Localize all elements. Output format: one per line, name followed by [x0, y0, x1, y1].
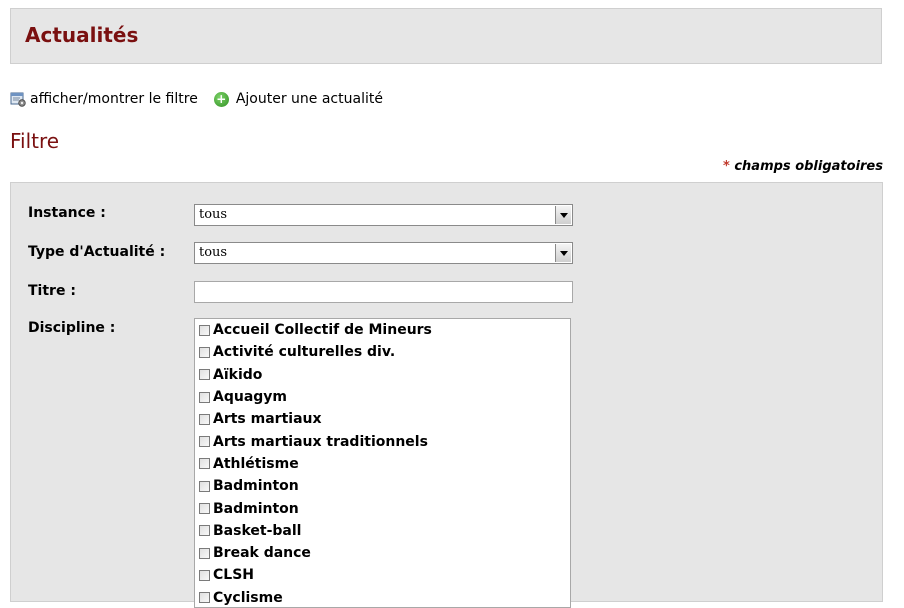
- instance-label: Instance :: [28, 205, 106, 221]
- checkbox[interactable]: [199, 458, 210, 470]
- discipline-option-label: Badminton: [213, 478, 299, 495]
- discipline-option[interactable]: Accueil Collectif de Mineurs: [195, 319, 570, 341]
- toggle-filter-link[interactable]: afficher/montrer le filtre: [10, 91, 198, 107]
- checkbox[interactable]: [199, 324, 210, 336]
- titre-input[interactable]: [194, 281, 573, 303]
- filter-settings-icon: [10, 91, 26, 107]
- checkbox[interactable]: [199, 369, 210, 381]
- discipline-option[interactable]: Arts martiaux: [195, 408, 570, 430]
- discipline-option[interactable]: Break dance: [195, 542, 570, 564]
- discipline-option-label: Badminton: [213, 500, 299, 517]
- type-select[interactable]: tous: [194, 242, 573, 264]
- chevron-down-icon[interactable]: [555, 206, 571, 224]
- discipline-checkbox-list[interactable]: Accueil Collectif de Mineurs Activité cul…: [194, 318, 571, 608]
- checkbox[interactable]: [199, 413, 210, 425]
- discipline-option-label: Arts martiaux traditionnels: [213, 433, 428, 450]
- page-header: Actualités: [10, 8, 882, 64]
- discipline-option-label: Activité culturelles div.: [213, 344, 396, 361]
- discipline-option-label: Aquagym: [213, 389, 288, 406]
- required-star: *: [723, 159, 730, 174]
- discipline-option[interactable]: CLSH: [195, 564, 570, 586]
- type-select-value: tous: [199, 245, 228, 260]
- discipline-option[interactable]: Activité culturelles div.: [195, 341, 570, 363]
- add-news-link[interactable]: + Ajouter une actualité: [213, 91, 383, 107]
- checkbox[interactable]: [199, 525, 210, 537]
- add-circle-icon: +: [213, 91, 229, 107]
- discipline-option[interactable]: Basket-ball: [195, 520, 570, 542]
- titre-label: Titre :: [28, 283, 76, 299]
- discipline-option[interactable]: Badminton: [195, 497, 570, 519]
- toggle-filter-label: afficher/montrer le filtre: [30, 91, 198, 107]
- discipline-option[interactable]: Aquagym: [195, 386, 570, 408]
- discipline-option-label: Arts martiaux: [213, 411, 322, 428]
- required-fields-note: * champs obligatoires: [723, 159, 883, 174]
- discipline-option[interactable]: Cyclisme: [195, 587, 570, 607]
- chevron-down-icon[interactable]: [555, 244, 571, 262]
- discipline-option[interactable]: Aïkido: [195, 364, 570, 386]
- discipline-option-label: Break dance: [213, 545, 311, 562]
- discipline-option-label: Athlétisme: [213, 455, 299, 472]
- checkbox[interactable]: [199, 480, 210, 492]
- required-note-text: champs obligatoires: [734, 159, 883, 174]
- instance-select-value: tous: [199, 207, 228, 222]
- checkbox[interactable]: [199, 547, 210, 559]
- page-title: Actualités: [25, 23, 139, 47]
- checkbox[interactable]: [199, 569, 210, 581]
- discipline-option-label: CLSH: [213, 567, 254, 584]
- discipline-option-label: Accueil Collectif de Mineurs: [213, 322, 432, 339]
- checkbox[interactable]: [199, 436, 210, 448]
- discipline-option[interactable]: Athlétisme: [195, 453, 570, 475]
- type-label: Type d'Actualité :: [28, 244, 166, 260]
- filter-section-title: Filtre: [10, 129, 60, 153]
- instance-select[interactable]: tous: [194, 204, 573, 226]
- discipline-option[interactable]: Badminton: [195, 475, 570, 497]
- discipline-option-label: Basket-ball: [213, 522, 302, 539]
- discipline-option-label: Aïkido: [213, 366, 263, 383]
- checkbox[interactable]: [199, 503, 210, 515]
- checkbox[interactable]: [199, 592, 210, 604]
- checkbox[interactable]: [199, 391, 210, 403]
- discipline-option[interactable]: Arts martiaux traditionnels: [195, 430, 570, 452]
- checkbox[interactable]: [199, 346, 210, 358]
- action-bar: afficher/montrer le filtre + Ajouter une…: [10, 89, 383, 109]
- discipline-label: Discipline :: [28, 320, 116, 336]
- discipline-option-label: Cyclisme: [213, 589, 283, 606]
- add-news-label: Ajouter une actualité: [235, 91, 383, 107]
